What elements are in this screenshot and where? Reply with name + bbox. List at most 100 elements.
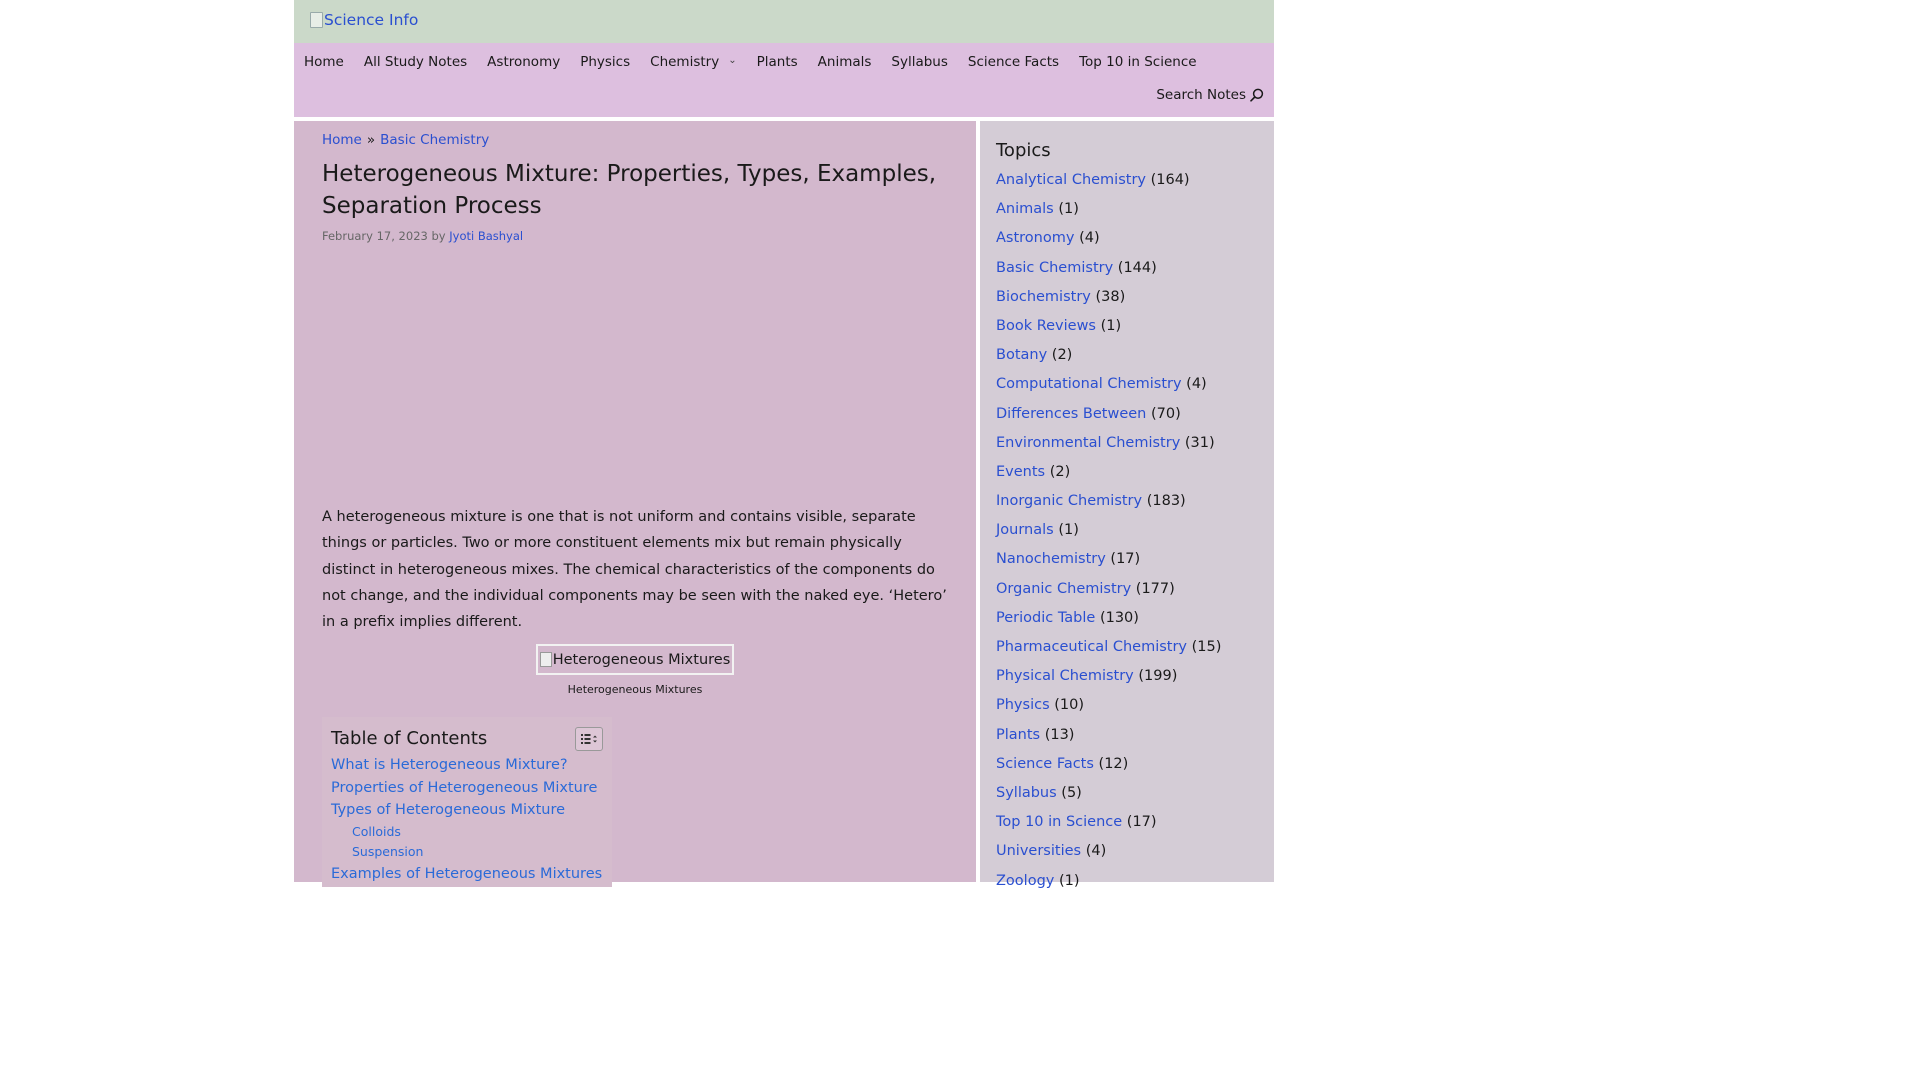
- breadcrumb-home[interactable]: Home: [322, 132, 362, 148]
- topic-link[interactable]: Botany: [996, 347, 1047, 363]
- article-content: Home» Basic Chemistry Heterogeneous Mixtu…: [294, 121, 976, 887]
- table-of-contents: Table of Contents What is Heterogeneous …: [322, 717, 612, 887]
- article-title: Heterogeneous Mixture: Properties, Types…: [322, 161, 937, 219]
- topic-item: Nanochemistry (17): [996, 545, 1221, 574]
- topic-count: (13): [1044, 726, 1075, 743]
- article-meta: February 17, 2023 by Jyoti Bashyal: [322, 229, 523, 243]
- nav-item-home[interactable]: Home: [294, 54, 354, 70]
- toc-subitem: Suspension: [331, 842, 602, 863]
- toc-link-colloids[interactable]: Colloids: [352, 824, 401, 839]
- topic-item: Pharmaceutical Chemistry (15): [996, 633, 1221, 662]
- topic-link[interactable]: Nanochemistry: [996, 551, 1106, 567]
- topic-count: (1): [1100, 317, 1122, 334]
- broken-image-icon: [310, 12, 323, 28]
- topic-count: (38): [1095, 288, 1126, 305]
- breadcrumb: Home» Basic Chemistry: [322, 132, 489, 148]
- topic-count: (17): [1110, 551, 1141, 568]
- topic-item: Journals (1): [996, 516, 1221, 545]
- nav-item-syllabus[interactable]: Syllabus: [881, 54, 958, 70]
- nav-item-plants[interactable]: Plants: [747, 54, 808, 70]
- topic-link[interactable]: Zoology: [996, 873, 1054, 889]
- topic-count: (1): [1058, 522, 1079, 539]
- topic-item: Animals (1): [996, 195, 1221, 224]
- topics-list: Analytical Chemistry (164) Animals (1) Ast…: [996, 166, 1221, 896]
- topic-count: (144): [1117, 259, 1157, 276]
- search-icon: [1250, 88, 1264, 102]
- topic-item: Plants (13): [996, 721, 1221, 750]
- topic-count: (4): [1079, 230, 1100, 247]
- topic-link[interactable]: Organic Chemistry: [996, 581, 1131, 597]
- topic-count: (10): [1054, 697, 1084, 714]
- topic-count: (199): [1138, 668, 1178, 685]
- topic-item: Periodic Table (130): [996, 604, 1221, 633]
- sidebar: Topics Analytical Chemistry (164) Animals…: [980, 121, 1274, 889]
- topic-link[interactable]: Science Facts: [996, 756, 1094, 772]
- topic-link[interactable]: Plants: [996, 727, 1040, 743]
- topic-link[interactable]: Journals: [996, 522, 1054, 538]
- toc-link-examples[interactable]: Examples of Heterogeneous Mixtures: [331, 866, 602, 882]
- topic-link[interactable]: Inorganic Chemistry: [996, 493, 1142, 509]
- author-link[interactable]: Jyoti Bashyal: [449, 229, 523, 243]
- toc-item: What is Heterogeneous Mixture?: [331, 754, 602, 777]
- list-icon: [581, 734, 597, 744]
- nav-item-all-study-notes[interactable]: All Study Notes: [354, 54, 477, 70]
- article-figure-image: Heterogeneous Mixtures: [536, 644, 734, 675]
- topic-count: (2): [1049, 463, 1071, 480]
- topic-link[interactable]: Universities: [996, 843, 1081, 859]
- topic-link[interactable]: Book Reviews: [996, 318, 1096, 334]
- publish-date: February 17, 2023: [322, 229, 428, 243]
- topic-item: Organic Chemistry (177): [996, 575, 1221, 604]
- toc-list: What is Heterogeneous Mixture? Propertie…: [331, 754, 602, 886]
- topic-link[interactable]: Basic Chemistry: [996, 260, 1113, 276]
- article-intro: A heterogeneous mixture is one that is n…: [322, 509, 947, 631]
- toc-link-types[interactable]: Types of Heterogeneous Mixture: [331, 802, 565, 818]
- topic-count: (164): [1150, 172, 1190, 188]
- topic-item: Events (2): [996, 458, 1221, 487]
- toc-item: Types of Heterogeneous Mixture: [331, 799, 602, 822]
- nav-item-chemistry[interactable]: Chemistry ⌄: [640, 54, 746, 70]
- broken-image-icon: [539, 652, 552, 667]
- topic-link[interactable]: Top 10 in Science: [996, 814, 1122, 830]
- breadcrumb-category[interactable]: Basic Chemistry: [380, 132, 489, 148]
- topic-link[interactable]: Differences Between: [996, 406, 1146, 422]
- search-notes-label: Search Notes: [1156, 87, 1246, 103]
- topic-link[interactable]: Analytical Chemistry: [996, 172, 1146, 188]
- breadcrumb-separator: »: [366, 132, 376, 148]
- toc-link-what-is[interactable]: What is Heterogeneous Mixture?: [331, 757, 568, 773]
- topic-item: Book Reviews (1): [996, 312, 1221, 341]
- toc-link-properties[interactable]: Properties of Heterogeneous Mixture: [331, 780, 597, 796]
- topic-link[interactable]: Environmental Chemistry: [996, 435, 1180, 451]
- figure-alt-text: Heterogeneous Mixtures: [552, 651, 731, 668]
- topic-count: (1): [1058, 201, 1079, 218]
- topic-item: Syllabus (5): [996, 779, 1221, 808]
- topic-count: (5): [1061, 784, 1082, 801]
- topic-count: (12): [1098, 755, 1129, 772]
- topic-link[interactable]: Physics: [996, 697, 1050, 713]
- topic-link[interactable]: Syllabus: [996, 785, 1057, 801]
- toc-item: Properties of Heterogeneous Mixture: [331, 777, 602, 800]
- toc-subitem: Colloids: [331, 822, 602, 843]
- topic-link[interactable]: Biochemistry: [996, 289, 1091, 305]
- topic-link[interactable]: Physical Chemistry: [996, 668, 1134, 684]
- topic-link[interactable]: Astronomy: [996, 230, 1074, 246]
- toc-link-suspension[interactable]: Suspension: [352, 844, 423, 859]
- nav-item-astronomy[interactable]: Astronomy: [477, 54, 570, 70]
- topic-item: Astronomy (4): [996, 224, 1221, 253]
- topic-link[interactable]: Computational Chemistry: [996, 376, 1182, 392]
- nav-item-top-10[interactable]: Top 10 in Science: [1069, 54, 1206, 70]
- topic-item: Biochemistry (38): [996, 283, 1221, 312]
- topic-count: (15): [1191, 639, 1222, 655]
- topic-link[interactable]: Events: [996, 464, 1045, 480]
- topic-link[interactable]: Animals: [996, 201, 1054, 217]
- nav-item-science-facts[interactable]: Science Facts: [958, 54, 1069, 70]
- nav-item-physics[interactable]: Physics: [570, 54, 640, 70]
- topic-item: Science Facts (12): [996, 750, 1221, 779]
- site-logo-link[interactable]: Science Info: [310, 11, 418, 29]
- topic-link[interactable]: Pharmaceutical Chemistry: [996, 639, 1187, 655]
- topic-item: Basic Chemistry (144): [996, 254, 1221, 283]
- topic-link[interactable]: Periodic Table: [996, 610, 1095, 626]
- toc-toggle-button[interactable]: [575, 727, 603, 751]
- topic-count: (17): [1126, 814, 1157, 831]
- search-notes-button[interactable]: Search Notes: [1156, 87, 1264, 103]
- nav-item-animals[interactable]: Animals: [808, 54, 882, 70]
